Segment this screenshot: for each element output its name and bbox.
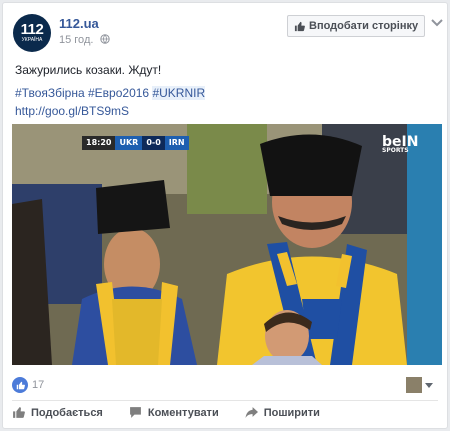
post-timestamp[interactable]: 15 год.	[59, 34, 111, 46]
globe-icon	[100, 34, 111, 44]
avatar-logo-text: 112	[20, 21, 44, 38]
avatar-logo-sub: УКРАЇНА	[21, 37, 43, 43]
page-name-link[interactable]: 112.ua	[59, 16, 99, 31]
thumbs-up-icon	[294, 21, 305, 31]
match-time: 18:20	[82, 136, 116, 150]
hashtag-link[interactable]: #UKRNIR	[152, 86, 206, 100]
share-button[interactable]: Поширити	[245, 406, 320, 419]
comment-label: Коментувати	[147, 406, 219, 419]
like-reaction-icon	[12, 377, 28, 393]
share-label: Поширити	[263, 406, 320, 419]
video-frame	[12, 124, 442, 365]
reaction-count[interactable]: 17	[32, 379, 44, 391]
share-icon	[245, 407, 258, 418]
hashtag-link[interactable]: #ТвояЗбірна	[15, 86, 85, 100]
post-hashtags: #ТвояЗбірна #Евро2016 #UKRNIR	[15, 85, 206, 102]
home-team: UKR	[115, 136, 143, 150]
like-label: Подобається	[31, 406, 103, 419]
actions-divider	[12, 400, 438, 401]
post-options-chevron-icon[interactable]	[431, 19, 443, 27]
reactions-summary[interactable]: 17	[12, 375, 44, 395]
post-time[interactable]: 15 год.	[59, 34, 93, 46]
video-player[interactable]: 18:20 UKR 0-0 IRN beIN SPORTS	[12, 124, 442, 365]
like-button[interactable]: Подобається	[12, 406, 103, 419]
post-message: Зажурились козаки. Ждут!	[15, 63, 162, 77]
broadcaster-logo: beIN SPORTS	[382, 134, 418, 154]
viewer-avatar[interactable]	[406, 377, 422, 393]
away-team: IRN	[164, 136, 189, 150]
match-score: 0-0	[142, 136, 165, 150]
like-page-button[interactable]: Вподобати сторінку	[287, 15, 426, 37]
comment-icon	[129, 407, 141, 418]
scorebug: 18:20 UKR 0-0 IRN	[82, 136, 189, 150]
post-link[interactable]: http://goo.gl/BTS9mS	[15, 103, 129, 120]
hashtag-link[interactable]: #Евро2016	[88, 86, 149, 100]
comment-button[interactable]: Коментувати	[129, 406, 219, 419]
page-avatar[interactable]: 112 УКРАЇНА	[13, 14, 51, 52]
post-actions: Подобається Коментувати Поширити	[12, 406, 432, 419]
chevron-down-icon[interactable]	[425, 383, 433, 388]
like-page-label: Вподобати сторінку	[309, 20, 419, 32]
thumbs-up-icon	[13, 407, 25, 418]
